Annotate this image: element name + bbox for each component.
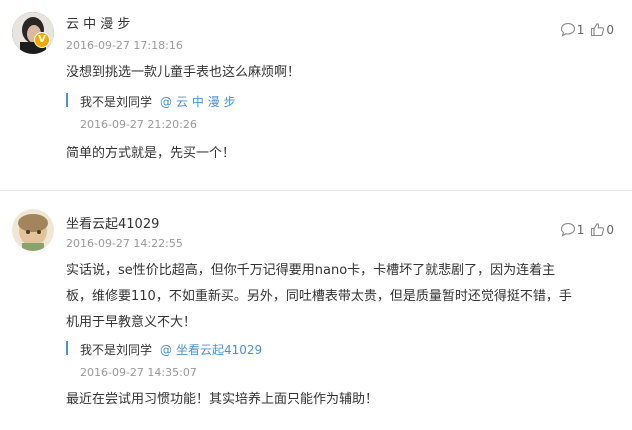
thumbs-up-icon — [590, 222, 605, 237]
avatar-image — [12, 12, 54, 54]
comment-bubble-icon — [560, 222, 576, 237]
comment-text-line: 机用于早教意义不大！ — [66, 315, 197, 330]
reply-timestamp: 2016-09-27 21:20:26 — [80, 118, 197, 131]
reply-target[interactable]: 坐看云起41029 — [176, 343, 262, 357]
avatar[interactable] — [12, 209, 54, 251]
like-count: 0 — [606, 22, 614, 37]
like-count: 0 — [606, 222, 614, 237]
comment-username[interactable]: 坐看云起41029 — [66, 213, 159, 232]
comment-item: V 云 中 漫 步 2016-09-27 17:18:16 1 0 没想到挑选一… — [0, 0, 632, 190]
reply-target[interactable]: 云 中 漫 步 — [176, 95, 235, 109]
reply-header: 我不是刘同学 @ 坐看云起41029 — [80, 341, 262, 358]
comment-text: 没想到挑选一款儿童手表也这么麻烦啊！ — [66, 65, 301, 80]
comment-text-line: 实话说，se性价比超高，但你千万记得要用nano卡，卡槽坏了就悲剧了，因为连着主 — [66, 263, 556, 278]
reply-button[interactable]: 1 — [560, 222, 585, 237]
reply-author[interactable]: 我不是刘同学 — [80, 95, 152, 109]
avatar[interactable] — [12, 12, 54, 54]
verified-badge: V — [34, 32, 50, 48]
reply-text: 简单的方式就是，先买一个！ — [66, 146, 236, 161]
comment-actions: 1 0 — [556, 222, 614, 237]
thumbs-up-icon — [590, 22, 605, 37]
comment-timestamp: 2016-09-27 17:18:16 — [66, 39, 183, 52]
reply-button[interactable]: 1 — [560, 22, 585, 37]
reply-header: 我不是刘同学 @ 云 中 漫 步 — [80, 93, 235, 110]
at-symbol: @ — [160, 343, 173, 357]
reply-author[interactable]: 我不是刘同学 — [80, 343, 152, 357]
reply-count: 1 — [576, 222, 585, 237]
comment-username[interactable]: 云 中 漫 步 — [66, 13, 130, 32]
comment-bubble-icon — [560, 22, 576, 37]
comment-text-line: 板，维修要110，不如重新买。另外，同吐槽表带太贵，但是质量暂时还觉得挺不错，手 — [66, 289, 572, 304]
reply-timestamp: 2016-09-27 14:35:07 — [80, 366, 197, 379]
like-button[interactable]: 0 — [590, 222, 614, 237]
comment-timestamp: 2016-09-27 14:22:55 — [66, 237, 183, 250]
avatar-image — [12, 209, 54, 251]
comment-item: 坐看云起41029 2016-09-27 14:22:55 1 0 实话说，se… — [0, 191, 632, 430]
reply-text: 最近在尝试用习惯功能！其实培养上面只能作为辅助！ — [66, 392, 379, 407]
comment-text: 实话说，se性价比超高，但你千万记得要用nano卡，卡槽坏了就悲剧了，因为连着主… — [66, 258, 614, 336]
comment-actions: 1 0 — [556, 22, 614, 37]
like-button[interactable]: 0 — [590, 22, 614, 37]
reply-indicator — [66, 93, 68, 107]
reply-indicator — [66, 341, 68, 355]
at-symbol: @ — [160, 95, 173, 109]
reply-count: 1 — [576, 22, 585, 37]
